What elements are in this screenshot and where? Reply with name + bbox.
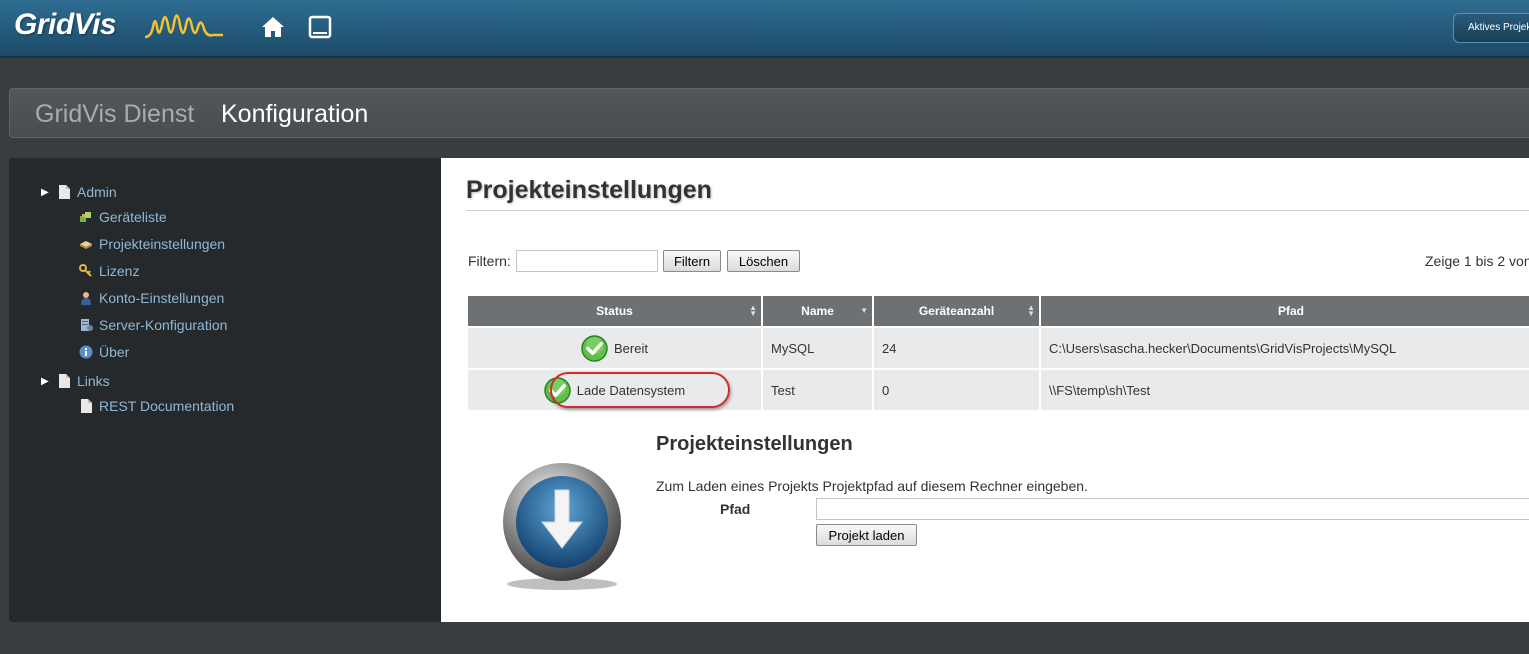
load-project-button[interactable]: Projekt laden [816, 524, 917, 546]
breadcrumb: GridVis Dienst Konfiguration [9, 88, 1529, 138]
sidebar-item-rest-documentation[interactable]: REST Documentation [79, 396, 234, 416]
document-icon [57, 374, 71, 389]
sort-desc-icon[interactable]: ▼ [860, 307, 868, 315]
project-settings-icon [79, 237, 93, 252]
sidebar-item-geraeteliste[interactable]: Geräteliste [79, 207, 167, 227]
clear-button[interactable]: Löschen [727, 250, 800, 272]
main-panel: Projekteinstellungen Filtern: Filtern Lö… [441, 158, 1529, 622]
sidebar-item-label[interactable]: Lizenz [99, 263, 139, 279]
home-icon[interactable] [260, 14, 286, 40]
load-section-title: Projekteinstellungen [656, 433, 853, 455]
sidebar-item-konto[interactable]: Konto-Einstellungen [79, 288, 224, 308]
sidebar-item-label[interactable]: Geräteliste [99, 209, 167, 225]
sidebar-item-label[interactable]: Projekteinstellungen [99, 236, 225, 252]
sidebar-item-label[interactable]: Konto-Einstellungen [99, 290, 224, 306]
sidebar-item-label[interactable]: REST Documentation [99, 398, 234, 414]
section-title: Projekteinstellungen [466, 176, 712, 204]
user-account-icon [79, 291, 93, 306]
title-divider [466, 210, 1529, 211]
sidebar-item-label[interactable]: Server-Konfiguration [99, 317, 227, 333]
table-cell-name[interactable]: MySQL [763, 328, 872, 368]
sort-icon[interactable]: ▲ ▼ [1027, 304, 1035, 318]
page-title: Konfiguration [221, 100, 369, 128]
table-cell-count[interactable]: 24 [874, 328, 1039, 368]
sidebar-item-projekteinstellungen[interactable]: Projekteinstellungen [79, 234, 225, 254]
document-icon [57, 185, 71, 200]
column-header-name[interactable]: Name ▼ [763, 296, 872, 326]
table-cell-path[interactable]: \\FS\temp\sh\Test [1041, 370, 1529, 410]
sidebar: ▶ Admin Geräteliste Projekteinstellungen… [9, 158, 441, 622]
expand-arrow-icon[interactable]: ▶ [41, 376, 51, 387]
download-arrow-icon [503, 463, 621, 590]
pagination-info: Zeige 1 bis 2 von [1425, 253, 1529, 269]
column-header-count[interactable]: Geräteanzahl ▲ ▼ [874, 296, 1039, 326]
server-config-icon [79, 318, 93, 333]
path-input[interactable] [816, 498, 1529, 520]
filter-input[interactable] [516, 250, 658, 272]
sidebar-group-label[interactable]: Admin [77, 184, 117, 200]
license-key-icon [79, 264, 93, 279]
sidebar-group-admin[interactable]: ▶ Admin [41, 182, 117, 202]
load-section-description: Zum Laden eines Projekts Projektpfad auf… [656, 478, 1088, 494]
path-label: Pfad [720, 501, 751, 517]
logo-wave-icon [144, 14, 223, 39]
top-bar: GridVis Aktives Projekt [0, 0, 1529, 58]
info-icon [79, 345, 93, 360]
sidebar-item-label[interactable]: Über [99, 344, 129, 360]
device-list-icon [79, 210, 93, 225]
filter-button[interactable]: Filtern [663, 250, 721, 272]
breadcrumb-service[interactable]: GridVis Dienst [35, 100, 194, 129]
expand-arrow-icon[interactable]: ▶ [41, 187, 51, 198]
sidebar-group-links[interactable]: ▶ Links [41, 371, 110, 391]
table-cell-path[interactable]: C:\Users\sascha.hecker\Documents\GridVis… [1041, 328, 1529, 368]
filter-label: Filtern: [468, 253, 511, 269]
sidebar-item-server-konfiguration[interactable]: Server-Konfiguration [79, 315, 227, 335]
table-row-status[interactable]: Bereit [468, 328, 761, 368]
monitor-icon[interactable] [307, 14, 333, 40]
highlight-annotation [550, 372, 730, 408]
column-header-status[interactable]: Status ▲ ▼ [468, 296, 761, 326]
sort-icon[interactable]: ▲ ▼ [749, 304, 757, 318]
sidebar-item-lizenz[interactable]: Lizenz [79, 261, 139, 281]
column-header-path[interactable]: Pfad [1041, 296, 1529, 326]
app-logo: GridVis [14, 8, 117, 41]
active-project-button[interactable]: Aktives Projekt [1453, 13, 1529, 43]
table-cell-name[interactable]: Test [763, 370, 872, 410]
document-icon [79, 399, 93, 414]
sidebar-item-ueber[interactable]: Über [79, 342, 129, 362]
sidebar-group-label[interactable]: Links [77, 373, 110, 389]
status-ok-icon [581, 334, 608, 362]
table-cell-count[interactable]: 0 [874, 370, 1039, 410]
status-text: Bereit [614, 340, 648, 356]
